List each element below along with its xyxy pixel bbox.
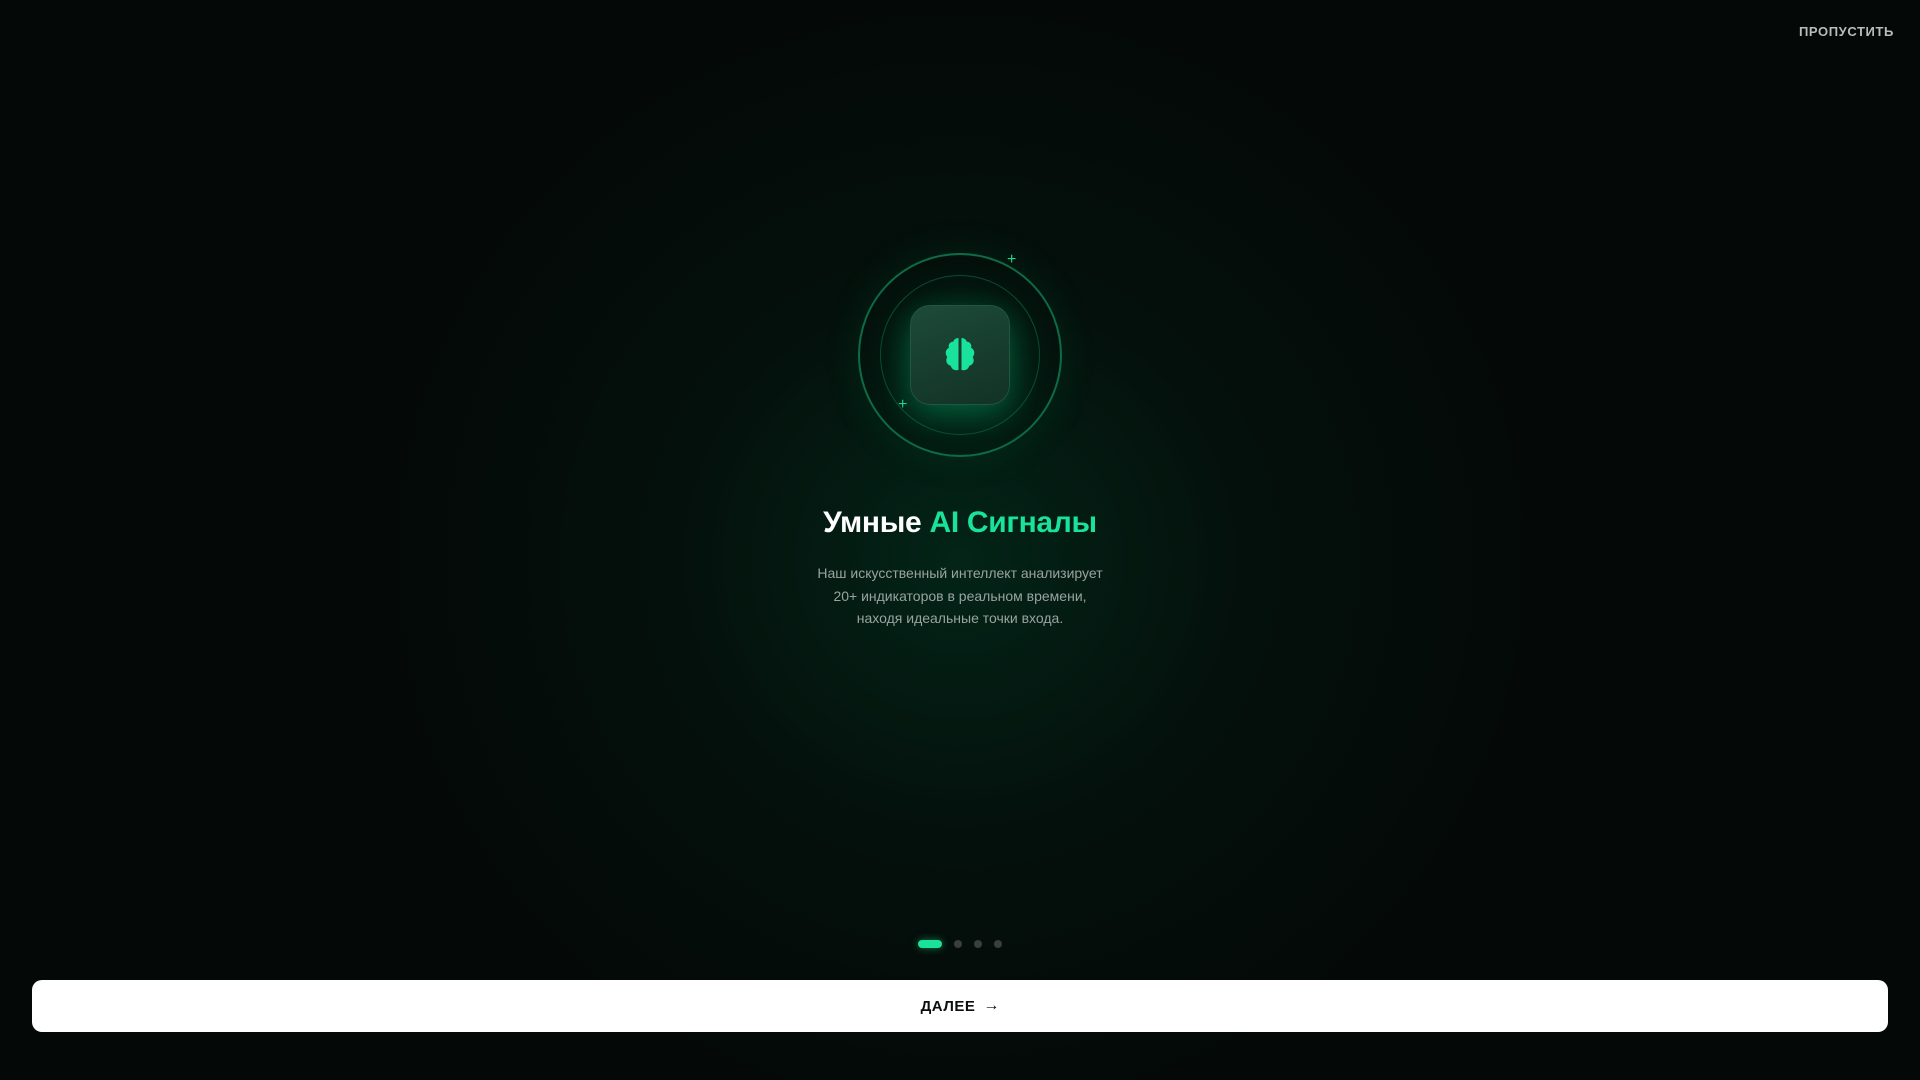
hero-illustration: + + [855, 250, 1065, 460]
sparkle-icon: + [898, 396, 908, 413]
description: Наш искусственный интеллект анализирует … [760, 562, 1160, 630]
arrow-right-icon: → [983, 997, 1000, 1014]
description-line: Наш искусственный интеллект анализирует [817, 565, 1103, 581]
page-dot-1[interactable] [918, 940, 942, 948]
page-dot-4[interactable] [994, 940, 1002, 948]
next-button-label: ДАЛЕЕ [920, 997, 976, 1015]
pagination-dots [0, 940, 1920, 948]
description-line: находя идеальные точки входа. [856, 610, 1064, 626]
page-dot-3[interactable] [974, 940, 982, 948]
onboarding-screen: ПРОПУСТИТЬ + + Умные AI Сигналы Наш иску… [0, 0, 1920, 1080]
icon-tile [910, 305, 1010, 405]
title-main: Умные [823, 506, 922, 539]
page-dot-2[interactable] [954, 940, 962, 948]
title-accent: AI Сигналы [929, 506, 1097, 539]
description-line: 20+ индикаторов в реальном времени, [833, 587, 1087, 604]
next-button[interactable]: ДАЛЕЕ → [32, 980, 1888, 1032]
skip-button[interactable]: ПРОПУСТИТЬ [1799, 20, 1894, 43]
sparkle-icon: + [1007, 251, 1017, 268]
page-title: Умные AI Сигналы [0, 506, 1920, 540]
brain-icon [945, 338, 975, 371]
